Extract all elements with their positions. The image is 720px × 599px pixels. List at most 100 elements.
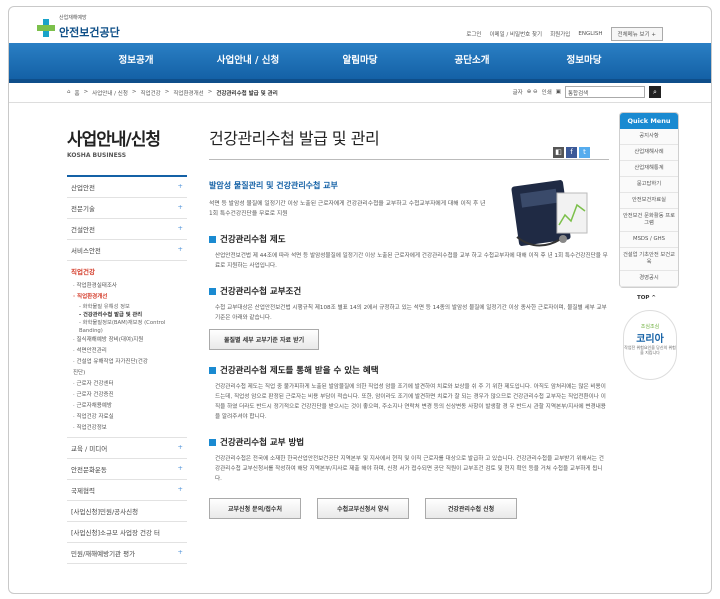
sidebar-title: 사업안내/신청 <box>67 130 161 150</box>
nav-info[interactable]: 정보마당 <box>528 43 640 79</box>
sidebar-sub-selfcheck[interactable]: · 건설업 유해작업 자가진단(건강 <box>67 357 187 368</box>
sidebar-subsub-chemical[interactable]: - 화학물질 유해성 정보 <box>67 303 187 311</box>
apply-handbook-button[interactable]: 건강관리수첩 신청 <box>425 498 517 519</box>
breadcrumb-business[interactable]: 사업안내 / 신청 <box>92 89 128 97</box>
font-size-label: 글자 <box>512 90 523 96</box>
quick-item-msds[interactable]: MSDS / GHS <box>620 232 678 248</box>
inquiry-button[interactable]: 교부신청 문의/접수처 <box>209 498 301 519</box>
section-text-conditions: 수첩 교부대상은 산업안전보건법 시행규칙 제108조 별표 14의 2에서 규… <box>215 305 607 321</box>
signup-link[interactable]: 회원가입 <box>550 30 570 38</box>
sidebar-item-apply-civil[interactable]: [사업신청]민원/공사신청 <box>67 501 187 522</box>
sidebar-sub-hiring[interactable]: · 근로자채용예방 <box>67 401 187 412</box>
all-menu-button[interactable]: 전체메뉴 보기 + <box>610 27 663 41</box>
quick-item-culture[interactable]: 안전보건 문화활동 프로그램 <box>620 209 678 232</box>
title-divider <box>209 159 609 160</box>
search-input[interactable]: 통합검색 <box>565 86 645 98</box>
sidebar-sub-environment[interactable]: · 직업환경개선 <box>67 292 187 303</box>
search-icon[interactable]: ⌕ <box>649 86 661 98</box>
safety-korea-badge[interactable]: 조심조심 코리아 작업전 위험요인을 당신의 위험을 지킵니다 <box>623 310 677 380</box>
location-tools: 글자 ⊕ ⊖ 인쇄 ▣ 통합검색 ⌕ <box>513 86 661 98</box>
sidebar-subsub-handbook[interactable]: - 건강관리수첩 발급 및 관리 <box>67 311 187 319</box>
sidebar-item-evaluation[interactable]: 민원/재해예방기관 평가 + <box>67 543 187 564</box>
home-icon[interactable]: ⌂ <box>67 89 71 97</box>
sidebar-item-international[interactable]: 국제협력 + <box>67 480 187 501</box>
utility-links: 로그인 이메일 / 비밀번호 찾기 회원가입 ENGLISH 전체메뉴 보기 + <box>466 27 663 41</box>
top-button[interactable]: TOP ^ <box>637 295 656 301</box>
sidebar-item-safety[interactable]: 산업안전 + <box>67 177 187 198</box>
application-form-button[interactable]: 수첩교부신청서 양식 <box>317 498 409 519</box>
sidebar-item-tech[interactable]: 전문기술 + <box>67 198 187 219</box>
breadcrumb: ⌂ 홈 > 사업안내 / 신청 > 직업건강 > 직업환경개선 > 건강관리수첩 발급 … <box>67 89 278 97</box>
breadcrumb-home[interactable]: 홈 <box>75 89 80 97</box>
section-heading-method: 건강관리수첩 교부 방법 <box>209 436 609 448</box>
plus-icon: + <box>177 203 183 211</box>
badge-line1: 조심조심 <box>640 324 660 330</box>
download-criteria-button[interactable]: 물질별 세부 교부기준 자료 받기 <box>209 329 320 350</box>
find-password-link[interactable]: 이메일 / 비밀번호 찾기 <box>489 30 542 38</box>
bullet-icon <box>209 287 216 295</box>
quick-menu-title: Quick Menu <box>620 113 678 129</box>
nav-about[interactable]: 공단소개 <box>416 43 528 79</box>
quick-item-construction-edu[interactable]: 건설업 기초안전 보건교육 <box>620 248 678 271</box>
logo-tagline: 산업재해예방 <box>59 15 87 21</box>
quick-item-disclosure[interactable]: 경영공시 <box>620 271 678 287</box>
logo-cross-icon <box>37 18 55 37</box>
english-link[interactable]: ENGLISH <box>578 31 602 37</box>
sidebar-item-health[interactable]: 직업건강 <box>67 261 187 281</box>
nav-business[interactable]: 사업안내 / 신청 <box>192 43 304 79</box>
login-link[interactable]: 로그인 <box>466 30 481 38</box>
sidebar-sub-health-promo[interactable]: · 근로자 건강증진 <box>67 390 187 401</box>
quick-item-stats[interactable]: 산업재해통계 <box>620 161 678 177</box>
sidebar-subsub-banding[interactable]: - 화학물질정보(BAM)재보정 (Control <box>67 319 187 327</box>
quick-menu: Quick Menu 공지사항 산업재해사례 산업재해통계 묻고답하기 안전보건… <box>619 112 679 288</box>
font-size-icon[interactable]: ⊕ ⊖ <box>527 89 538 95</box>
quick-item-archive[interactable]: 안전보건자료실 <box>620 193 678 209</box>
site-logo[interactable]: 산업재해예방 안전보건공단 <box>37 15 120 40</box>
nav-notice[interactable]: 알림마당 <box>304 43 416 79</box>
sidebar-sub-selfcheck-cont[interactable]: 진단) <box>67 368 187 379</box>
plus-icon: + <box>177 182 183 190</box>
sidebar-sub-asbestos[interactable]: · 석면안전관리 <box>67 346 187 357</box>
sidebar-subtitle: KOSHA BUSINESS <box>67 152 127 159</box>
sidebar-item-construction[interactable]: 건설안전 + <box>67 219 187 240</box>
sidebar-sub-survey[interactable]: · 작업환경실태조사 <box>67 281 187 292</box>
badge-line2: 코리아 <box>636 334 664 345</box>
print-icon[interactable]: ▣ <box>556 89 561 95</box>
page-title: 건강관리수첩 발급 및 관리 <box>209 129 380 148</box>
plus-icon: + <box>177 548 183 556</box>
sidebar-item-apply-small[interactable]: [사업신청]소규모 사업장 건강 터 <box>67 522 187 543</box>
location-bar: ⌂ 홈 > 사업안내 / 신청 > 직업건강 > 직업환경개선 > 건강관리수첩 발급 … <box>9 83 711 103</box>
section-text-method: 건강관리수첩은 전국에 소재한 한국산업안전보건공단 지역본부 및 지사에서 현… <box>215 456 604 482</box>
plus-icon: + <box>177 224 183 232</box>
handbook-illustration <box>511 180 588 247</box>
print-label[interactable]: 인쇄 <box>542 88 552 96</box>
badge-line3: 작업전 위험요인을 당신의 위험을 지킵니다 <box>624 345 676 355</box>
logo-name: 안전보건공단 <box>59 26 120 39</box>
browser-frame: 산업재해예방 안전보건공단 로그인 이메일 / 비밀번호 찾기 회원가입 ENG… <box>8 6 712 594</box>
sidebar-item-culture[interactable]: 안전문화운동 + <box>67 459 187 480</box>
main-content: 건강관리수첩 발급 및 관리 발암성 물질관리 및 건강관리수첩 교부 석면 등… <box>209 125 609 519</box>
sidebar-sub-suffocation[interactable]: · 질식재해예방 장비(대여)지원 <box>67 335 187 346</box>
sidebar-sub-info[interactable]: · 직업건강정보 <box>67 423 187 434</box>
nav-info-disclosure[interactable]: 정보공개 <box>80 43 192 79</box>
quick-item-notice[interactable]: 공지사항 <box>620 129 678 145</box>
sidebar: 사업안내/신청 KOSHA BUSINESS 산업안전 + 전문기술 + 건설안전 +… <box>67 125 187 564</box>
section-heading-benefits: 건강관리수첩 제도를 통해 받을 수 있는 혜택 <box>209 364 609 376</box>
quick-item-qna[interactable]: 묻고답하기 <box>620 177 678 193</box>
top-utility-bar: 산업재해예방 안전보건공단 로그인 이메일 / 비밀번호 찾기 회원가입 ENG… <box>9 7 711 43</box>
quick-item-cases[interactable]: 산업재해사례 <box>620 145 678 161</box>
sidebar-sub-archive[interactable]: · 직업건강 자료실 <box>67 412 187 423</box>
breadcrumb-environment[interactable]: 직업환경개선 <box>173 89 203 97</box>
plus-icon: + <box>177 485 183 493</box>
sidebar-item-education[interactable]: 교육 / 미디어 + <box>67 437 187 459</box>
breadcrumb-current: 건강관리수첩 발급 및 관리 <box>216 91 278 97</box>
sidebar-item-service[interactable]: 서비스안전 + <box>67 240 187 261</box>
breadcrumb-health[interactable]: 직업건강 <box>141 89 161 97</box>
sidebar-menu: 산업안전 + 전문기술 + 건설안전 + 서비스안전 + 직업건강 · 작업환경실태조사… <box>67 175 187 564</box>
plus-icon: + <box>177 464 183 472</box>
plus-icon: + <box>177 443 183 451</box>
section-text-benefits: 건강관리수첩 제도는 직업 중 불가피하게 노출된 발암물질에 의한 직업성 암… <box>215 384 606 420</box>
sidebar-subsub-banding-cont[interactable]: Banding) <box>67 327 187 335</box>
sidebar-sub-health-center[interactable]: · 근로자 건강센터 <box>67 379 187 390</box>
plus-icon: + <box>177 245 183 253</box>
